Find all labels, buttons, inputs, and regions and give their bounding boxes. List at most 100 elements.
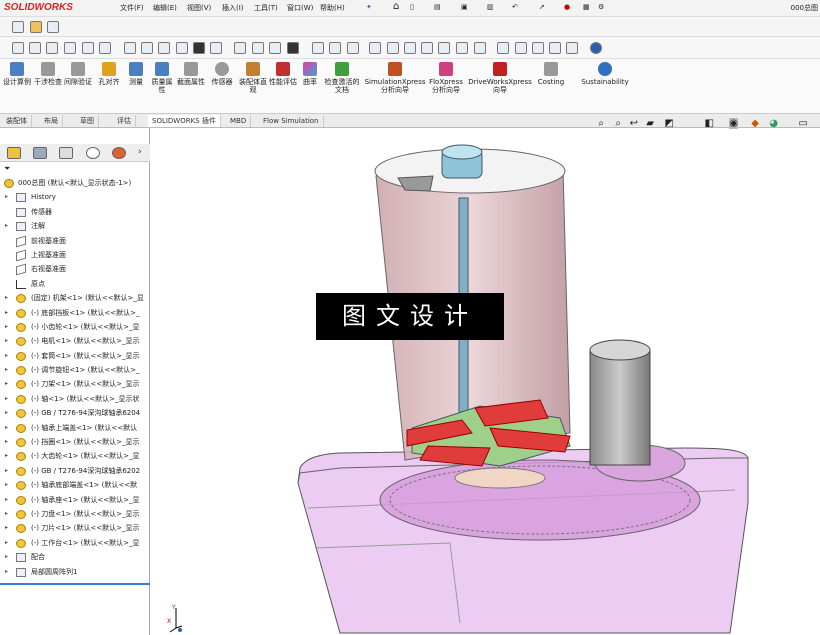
expand-arrow-icon[interactable]: ▸ — [5, 334, 8, 348]
expand-arrow-icon[interactable]: ▸ — [5, 449, 8, 463]
tool-icon[interactable] — [234, 42, 246, 54]
expand-arrow-icon[interactable]: ▸ — [5, 507, 8, 521]
print-icon[interactable]: ▥ — [487, 3, 494, 11]
expand-arrow-icon[interactable]: ▸ — [5, 363, 8, 377]
tree-item[interactable]: ▸ (-) 轴<1> (默认<<默认>_显示状 — [0, 392, 150, 406]
tool-icon[interactable] — [210, 42, 222, 54]
tool-icon[interactable] — [82, 42, 94, 54]
expand-arrow-icon[interactable]: ▸ — [5, 550, 8, 564]
expand-arrow-icon[interactable]: ▸ — [5, 219, 8, 233]
tool-icon[interactable] — [387, 42, 399, 54]
options-icon[interactable]: ⚙ — [598, 3, 604, 11]
performance-button[interactable]: 性能评估 — [269, 62, 297, 86]
expand-arrow-icon[interactable]: ▸ — [5, 349, 8, 363]
tree-item[interactable]: 原点 — [0, 277, 150, 291]
open-file-icon[interactable]: ▤ — [434, 3, 441, 11]
tree-item[interactable]: ▸ (-) 调节旋钮<1> (默认<<默认>_ — [0, 363, 150, 377]
tree-item[interactable]: ▸ (-) GB / T276-94深沟球轴承6202 — [0, 464, 150, 478]
hide-show-icon[interactable]: ◉ — [729, 118, 738, 129]
tab-flow-simulation[interactable]: Flow Simulation — [259, 115, 324, 127]
display-style-icon[interactable]: ◧ — [705, 118, 714, 129]
menu-window[interactable]: 窗口(W) — [287, 3, 313, 13]
driveworks-button[interactable]: DriveWorksXpress 向导 — [467, 62, 533, 94]
expand-arrow-icon[interactable]: ▸ — [5, 320, 8, 334]
copy-icon[interactable] — [47, 21, 59, 33]
chevron-right-icon[interactable]: › — [138, 147, 142, 157]
view-orientation-icon[interactable]: ◩ — [665, 118, 674, 129]
expand-arrow-icon[interactable]: ▸ — [5, 464, 8, 478]
tool-icon[interactable] — [456, 42, 468, 54]
tool-icon[interactable] — [497, 42, 509, 54]
previous-view-icon[interactable]: ↩ — [630, 118, 638, 129]
tree-item[interactable]: ▸ (-) 刀盘<1> (默认<<默认>_显示 — [0, 507, 150, 521]
expand-arrow-icon[interactable]: ▸ — [5, 435, 8, 449]
feature-tree-icon[interactable] — [7, 147, 21, 159]
tree-item[interactable]: 上视基准面 — [0, 248, 150, 262]
tree-item[interactable]: ▸ (-) 刀架<1> (默认<<默认>_显示 — [0, 377, 150, 391]
select-icon[interactable]: ➚ — [539, 3, 545, 11]
file-props-icon[interactable]: ▦ — [583, 3, 590, 11]
section-view-icon[interactable]: ▰ — [646, 118, 654, 129]
curvature-button[interactable]: 曲率 — [299, 62, 321, 86]
tab-solidworks-addins[interactable]: SOLIDWORKS 插件 — [148, 115, 221, 127]
tree-item[interactable]: ▸ 配合 — [0, 550, 150, 564]
tool-icon[interactable] — [46, 42, 58, 54]
tree-item[interactable]: 前视基准面 — [0, 234, 150, 248]
tree-item[interactable]: ▸ (-) 挡圈<1> (默认<<默认>_显示 — [0, 435, 150, 449]
dimxpert-icon[interactable] — [86, 147, 100, 159]
tool-icon[interactable] — [369, 42, 381, 54]
expand-arrow-icon[interactable]: ▸ — [5, 565, 8, 579]
zoom-fit-icon[interactable]: ⌕ — [598, 118, 604, 129]
expand-arrow-icon[interactable]: ▸ — [5, 291, 8, 305]
check-doc-button[interactable]: 检查激活的文档 — [324, 62, 360, 94]
tool-icon[interactable] — [124, 42, 136, 54]
menu-view[interactable]: 视图(V) — [187, 3, 211, 13]
tree-item[interactable]: ▸ (-) 轴承座<1> (默认<<默认>_显 — [0, 493, 150, 507]
tool-icon[interactable] — [29, 42, 41, 54]
tab-assembly[interactable]: 装配体 — [2, 115, 32, 127]
interference-button[interactable]: 干涉检查 — [34, 62, 62, 86]
expand-arrow-icon[interactable]: ▸ — [5, 377, 8, 391]
tab-mbd[interactable]: MBD — [226, 115, 252, 127]
simxpress-button[interactable]: SimulationXpress 分析向导 — [364, 62, 426, 94]
tool-icon[interactable] — [269, 42, 281, 54]
zoom-area-icon[interactable]: ⌕ — [615, 118, 621, 129]
info-icon[interactable] — [590, 42, 602, 54]
tree-item[interactable]: ▸ (-) 电机<1> (默认<<默认>_显示 — [0, 334, 150, 348]
visualize-button[interactable]: 装配体直观 — [238, 62, 268, 94]
tree-item[interactable]: ▸ (-) 工作台<1> (默认<<默认>_显 — [0, 536, 150, 550]
tool-icon[interactable] — [176, 42, 188, 54]
orange-tool-icon[interactable] — [30, 21, 42, 33]
tab-layout[interactable]: 布局 — [40, 115, 63, 127]
tree-item[interactable]: ▸ (-) 底部挡板<1> (默认<<默认>_ — [0, 306, 150, 320]
tool-icon[interactable] — [64, 42, 76, 54]
floxpress-button[interactable]: FloXpress 分析向导 — [428, 62, 464, 94]
tree-item[interactable]: 传感器 — [0, 205, 150, 219]
filter-icon[interactable]: ⏷ — [4, 164, 10, 174]
tool-icon[interactable] — [515, 42, 527, 54]
expand-arrow-icon[interactable]: ▸ — [5, 406, 8, 420]
tool-icon[interactable] — [158, 42, 170, 54]
tool-icon[interactable] — [312, 42, 324, 54]
expand-arrow-icon[interactable]: ▸ — [5, 478, 8, 492]
tool-icon[interactable] — [438, 42, 450, 54]
tool-icon[interactable] — [99, 42, 111, 54]
measure-button[interactable]: 测量 — [123, 62, 149, 86]
tree-item[interactable]: ▸ 注解 — [0, 219, 150, 233]
expand-arrow-icon[interactable]: ▸ — [5, 190, 8, 204]
scene-icon[interactable]: ◕ — [769, 118, 778, 129]
tool-icon[interactable] — [141, 42, 153, 54]
tool-icon[interactable] — [421, 42, 433, 54]
design-study-button[interactable]: 设计算例 — [2, 62, 32, 86]
mass-props-button[interactable]: 质量属性 — [149, 62, 175, 94]
tree-item[interactable]: ▸ (-) 轴承底部端盖<1> (默认<<默 — [0, 478, 150, 492]
tree-item[interactable]: ▸ (-) 套筒<1> (默认<<默认>_显示 — [0, 349, 150, 363]
menu-help[interactable]: 帮助(H) — [320, 3, 345, 13]
config-manager-icon[interactable] — [59, 147, 73, 159]
menu-edit[interactable]: 编辑(E) — [153, 3, 177, 13]
expand-arrow-icon[interactable]: ▸ — [5, 421, 8, 435]
sustainability-button[interactable]: Sustainability — [578, 62, 632, 86]
appearance-edit-icon[interactable]: ◆ — [751, 118, 759, 129]
menu-tools[interactable]: 工具(T) — [254, 3, 278, 13]
tree-root[interactable]: 000总图 (默认<默认_显示状态-1>) — [0, 176, 150, 190]
